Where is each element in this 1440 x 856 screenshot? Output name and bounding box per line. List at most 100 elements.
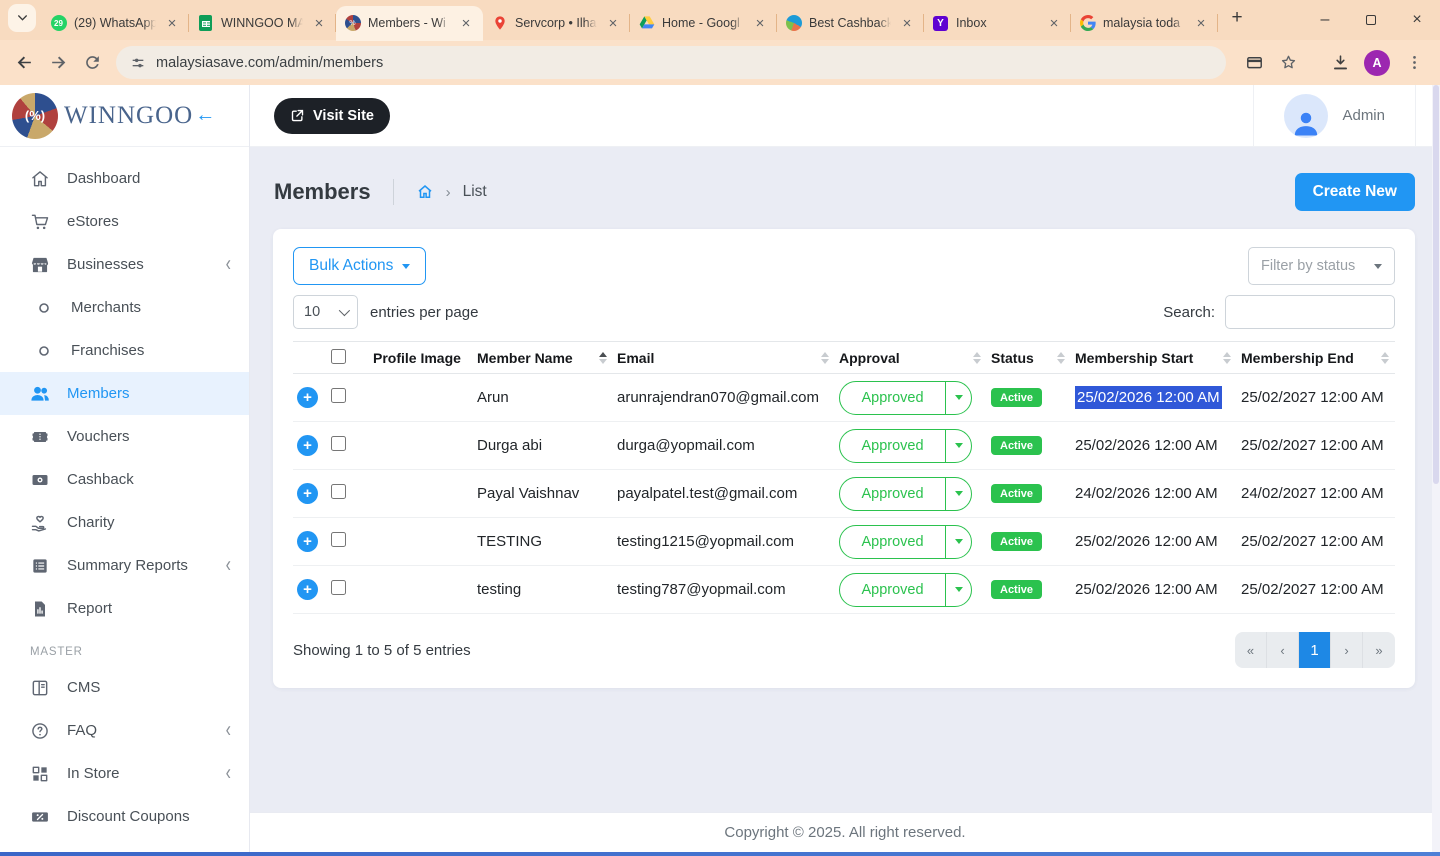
browser-tab[interactable]: 29 (29) WhatsApp ×	[42, 6, 189, 40]
browser-tab[interactable]: WINNGOO MA ×	[189, 6, 336, 40]
caret-down-icon[interactable]	[945, 526, 971, 558]
row-checkbox[interactable]	[331, 484, 346, 499]
window-controls: – ×	[1302, 0, 1440, 40]
sidebar-item-in-store[interactable]: In Store ‹	[0, 752, 249, 795]
sidebar-item-merchants[interactable]: Merchants	[0, 286, 249, 329]
browser-tab[interactable]: malaysia toda ×	[1071, 6, 1218, 40]
column-header-email[interactable]: Email	[613, 342, 835, 374]
forward-button[interactable]	[42, 47, 74, 79]
approval-dropdown-button[interactable]: Approved	[839, 477, 972, 511]
filter-by-status-select[interactable]: Filter by status	[1248, 247, 1395, 285]
row-checkbox[interactable]	[331, 532, 346, 547]
home-icon[interactable]	[416, 183, 434, 201]
page-scrollbar[interactable]	[1432, 85, 1440, 852]
sidebar-item-label: Merchants	[71, 299, 141, 316]
sort-arrows-icon[interactable]	[1381, 352, 1389, 364]
expand-row-button[interactable]: +	[297, 435, 318, 456]
column-header-membership-start[interactable]: Membership Start	[1071, 342, 1237, 374]
column-header-approval[interactable]: Approval	[835, 342, 987, 374]
expand-row-button[interactable]: +	[297, 579, 318, 600]
tab-search-button[interactable]	[8, 4, 36, 32]
sidebar-item-discount-coupons[interactable]: Discount Coupons	[0, 795, 249, 838]
column-header-membership-end[interactable]: Membership End	[1237, 342, 1395, 374]
browser-panel-icon[interactable]	[1238, 47, 1270, 79]
pagination-last-button[interactable]: »	[1363, 632, 1395, 668]
tab-close-icon[interactable]: ×	[898, 14, 916, 32]
window-close-button[interactable]: ×	[1394, 0, 1440, 40]
browser-tab[interactable]: Y Inbox ×	[924, 6, 1071, 40]
approval-dropdown-button[interactable]: Approved	[839, 525, 972, 559]
browser-tab[interactable]: % Members - Wi ×	[336, 6, 483, 40]
row-checkbox[interactable]	[331, 388, 346, 403]
tab-close-icon[interactable]: ×	[751, 14, 769, 32]
sidebar-item-businesses[interactable]: Businesses ‹	[0, 243, 249, 286]
window-maximize-button[interactable]	[1348, 0, 1394, 40]
sidebar-item-report[interactable]: Report	[0, 587, 249, 630]
sidebar-item-cms[interactable]: CMS	[0, 666, 249, 709]
status-badge: Active	[991, 388, 1042, 407]
tab-close-icon[interactable]: ×	[1192, 14, 1210, 32]
sidebar-item-vouchers[interactable]: Vouchers	[0, 415, 249, 458]
sidebar-item-estores[interactable]: eStores	[0, 200, 249, 243]
browser-profile-avatar[interactable]: A	[1364, 50, 1390, 76]
select-all-checkbox[interactable]	[331, 349, 346, 364]
caret-down-icon[interactable]	[945, 430, 971, 462]
column-header-member-name[interactable]: Member Name	[473, 342, 613, 374]
pagination-first-button[interactable]: «	[1235, 632, 1267, 668]
bulk-actions-button[interactable]: Bulk Actions	[293, 247, 426, 285]
browser-tab[interactable]: Home - Googl ×	[630, 6, 777, 40]
caret-down-icon[interactable]	[945, 478, 971, 510]
pagination-page-1[interactable]: 1	[1299, 632, 1331, 668]
tab-close-icon[interactable]: ×	[457, 14, 475, 32]
tab-close-icon[interactable]: ×	[1045, 14, 1063, 32]
sidebar-item-franchises[interactable]: Franchises	[0, 329, 249, 372]
approval-dropdown-button[interactable]: Approved	[839, 573, 972, 607]
tab-close-icon[interactable]: ×	[604, 14, 622, 32]
browser-tab[interactable]: Best Cashback ×	[777, 6, 924, 40]
visit-site-button[interactable]: Visit Site	[274, 98, 390, 134]
reload-button[interactable]	[76, 47, 108, 79]
caret-down-icon[interactable]	[945, 574, 971, 606]
sidebar-item-charity[interactable]: Charity	[0, 501, 249, 544]
row-checkbox[interactable]	[331, 436, 346, 451]
address-bar[interactable]: malaysiasave.com/admin/members	[116, 46, 1226, 79]
admin-menu[interactable]: Admin	[1253, 85, 1416, 146]
sort-arrows-icon[interactable]	[821, 352, 829, 364]
entries-per-page-select[interactable]: 10	[293, 295, 358, 329]
browser-menu-icon[interactable]	[1398, 47, 1430, 79]
approval-dropdown-button[interactable]: Approved	[839, 381, 972, 415]
search-input[interactable]	[1225, 295, 1395, 329]
google-maps-pin-icon	[491, 15, 508, 32]
filter-by-status-placeholder: Filter by status	[1261, 258, 1355, 274]
pagination-next-button[interactable]: ›	[1331, 632, 1363, 668]
create-new-button[interactable]: Create New	[1295, 173, 1415, 211]
pagination-prev-button[interactable]: ‹	[1267, 632, 1299, 668]
back-button[interactable]	[8, 47, 40, 79]
sidebar-collapse-arrow[interactable]: ←	[195, 104, 215, 127]
new-tab-button[interactable]: +	[1222, 3, 1252, 33]
sidebar-item-summary-reports[interactable]: Summary Reports ‹	[0, 544, 249, 587]
sort-arrows-icon[interactable]	[973, 352, 981, 364]
expand-row-button[interactable]: +	[297, 483, 318, 504]
expand-row-button[interactable]: +	[297, 387, 318, 408]
site-settings-icon[interactable]	[130, 55, 146, 71]
sidebar-item-faq[interactable]: FAQ ‹	[0, 709, 249, 752]
browser-tab[interactable]: Servcorp • Ilha ×	[483, 6, 630, 40]
approval-dropdown-button[interactable]: Approved	[839, 429, 972, 463]
sidebar-item-cashback[interactable]: Cashback	[0, 458, 249, 501]
bookmark-star-icon[interactable]	[1272, 47, 1304, 79]
tab-close-icon[interactable]: ×	[163, 14, 181, 32]
membership-start-cell: 25/02/2026 12:00 AM	[1075, 581, 1218, 598]
sidebar-item-members[interactable]: Members	[0, 372, 249, 415]
caret-down-icon[interactable]	[945, 382, 971, 414]
sort-arrows-icon[interactable]	[1223, 352, 1231, 364]
sort-arrows-icon[interactable]	[599, 352, 607, 364]
expand-row-button[interactable]: +	[297, 531, 318, 552]
sidebar-item-dashboard[interactable]: Dashboard	[0, 157, 249, 200]
download-icon[interactable]	[1324, 47, 1356, 79]
row-checkbox[interactable]	[331, 580, 346, 595]
sort-arrows-icon[interactable]	[1057, 352, 1065, 364]
column-header-status[interactable]: Status	[987, 342, 1071, 374]
tab-close-icon[interactable]: ×	[310, 14, 328, 32]
window-minimize-button[interactable]: –	[1302, 0, 1348, 40]
